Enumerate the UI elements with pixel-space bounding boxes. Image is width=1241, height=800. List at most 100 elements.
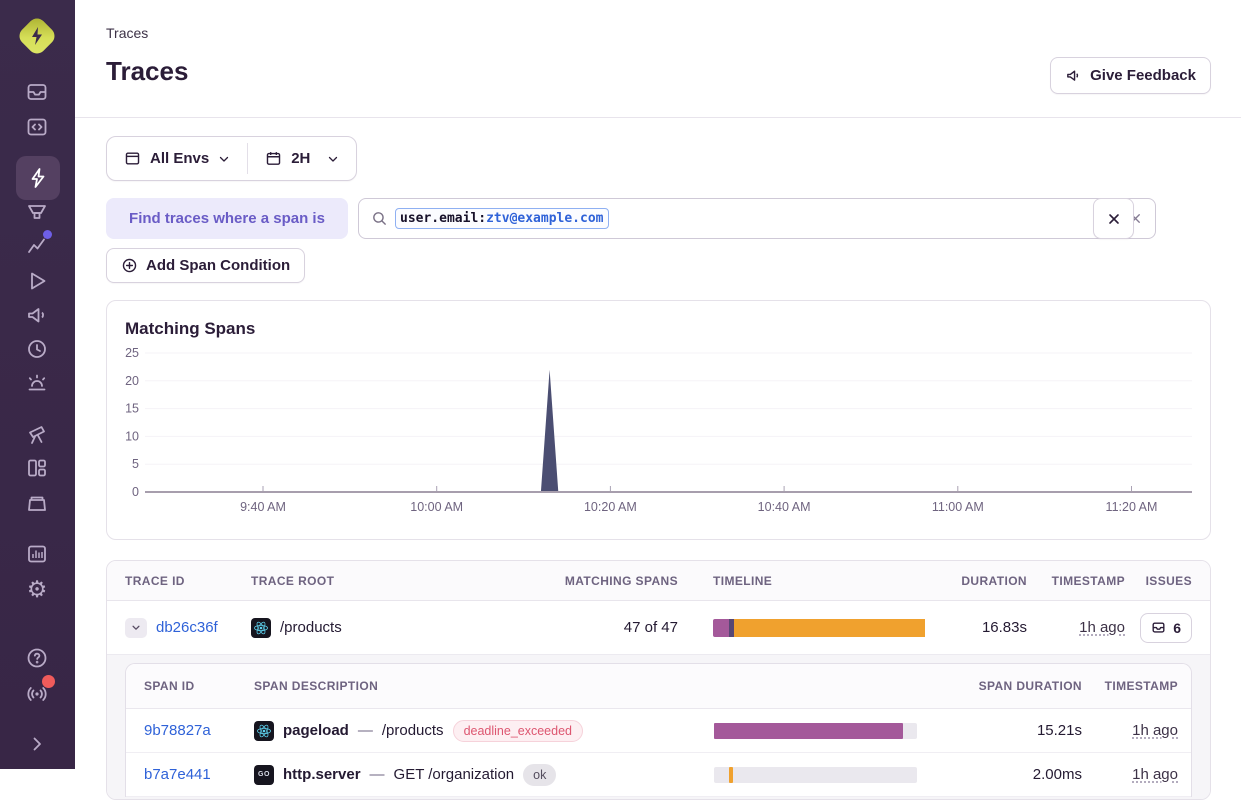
- trace-timestamp[interactable]: 1h ago: [1079, 619, 1125, 636]
- stats-icon[interactable]: [25, 542, 49, 566]
- matching-spans-panel: Matching Spans 05101520259:40 AM10:00 AM…: [106, 300, 1211, 540]
- settings-icon[interactable]: ⚙: [25, 577, 49, 601]
- give-feedback-button[interactable]: Give Feedback: [1050, 57, 1211, 94]
- matching-spans-value: 47 of 47: [624, 619, 678, 636]
- span-timestamp[interactable]: 1h ago: [1132, 722, 1178, 739]
- col-timestamp: TIMESTAMP: [1052, 574, 1125, 588]
- main-content: Traces Traces Give Feedback All Envs 2H: [75, 0, 1241, 769]
- time-range-selector[interactable]: 2H: [248, 137, 356, 180]
- svg-text:11:00 AM: 11:00 AM: [932, 500, 984, 514]
- environment-label: All Envs: [150, 150, 209, 167]
- trace-row: db26c36f /products 47 of 47 16.83s 1h ag…: [107, 601, 1210, 655]
- time-range-label: 2H: [291, 150, 310, 167]
- plus-circle-icon: [121, 257, 138, 274]
- sentry-logo[interactable]: [17, 16, 57, 56]
- svg-text:0: 0: [132, 485, 139, 499]
- span-table: SPAN ID SPAN DESCRIPTION SPAN DURATION T…: [125, 663, 1192, 797]
- crons-icon[interactable]: [25, 371, 49, 395]
- breadcrumb[interactable]: Traces: [106, 25, 148, 41]
- platform-icon-react: [251, 618, 271, 638]
- give-feedback-label: Give Feedback: [1090, 67, 1196, 84]
- close-icon: [1106, 211, 1122, 227]
- svg-text:10:00 AM: 10:00 AM: [410, 500, 463, 514]
- discover-icon[interactable]: [25, 423, 49, 447]
- traces-icon: [26, 166, 50, 190]
- page-title: Traces: [106, 56, 188, 87]
- span-row: 9b78827a pageload — /products: [126, 709, 1191, 753]
- megaphone-icon: [1065, 67, 1082, 84]
- whats-new-dot: [42, 675, 55, 688]
- trace-id-link[interactable]: db26c36f: [156, 619, 218, 636]
- col-matching-spans: MATCHING SPANS: [565, 574, 678, 588]
- platform-icon-go: GO: [254, 765, 274, 785]
- issues-icon[interactable]: [25, 80, 49, 104]
- search-input[interactable]: user.email:ztv@example.com: [358, 198, 1156, 239]
- trace-root-label: /products: [280, 619, 342, 636]
- whats-new-icon[interactable]: [25, 681, 49, 705]
- projects-icon[interactable]: [25, 491, 49, 515]
- add-span-condition-button[interactable]: Add Span Condition: [106, 248, 305, 283]
- remove-condition-button[interactable]: [1093, 198, 1134, 239]
- profiling-icon[interactable]: [25, 200, 49, 224]
- token-key: user.email:: [400, 211, 486, 226]
- col-span-description: SPAN DESCRIPTION: [254, 679, 714, 693]
- svg-text:11:20 AM: 11:20 AM: [1106, 500, 1158, 514]
- traces-nav-active[interactable]: [16, 156, 60, 200]
- collapse-icon[interactable]: [25, 732, 49, 756]
- span-table-header: SPAN ID SPAN DESCRIPTION SPAN DURATION T…: [126, 664, 1191, 709]
- platform-icon-react: [254, 721, 274, 741]
- trace-duration: 16.83s: [982, 619, 1027, 636]
- span-op: pageload: [283, 722, 349, 739]
- releases-icon[interactable]: [25, 337, 49, 361]
- trace-expanded-area: SPAN ID SPAN DESCRIPTION SPAN DURATION T…: [107, 655, 1210, 800]
- chevron-down-icon: [327, 153, 339, 165]
- trace-table-panel: TRACE ID TRACE ROOT MATCHING SPANS TIMEL…: [106, 560, 1211, 800]
- environment-selector[interactable]: All Envs: [107, 137, 247, 180]
- page-header: Traces Traces Give Feedback: [75, 0, 1241, 118]
- search-icon: [371, 210, 388, 227]
- replays-icon[interactable]: [25, 269, 49, 293]
- dashboards-icon[interactable]: [25, 456, 49, 480]
- metrics-icon[interactable]: [25, 233, 49, 257]
- separator: —: [358, 722, 373, 739]
- search-token[interactable]: user.email:ztv@example.com: [395, 208, 609, 229]
- matching-spans-chart[interactable]: 05101520259:40 AM10:00 AM10:20 AM10:40 A…: [107, 301, 1210, 539]
- svg-text:15: 15: [125, 402, 139, 416]
- col-trace-root: TRACE ROOT: [251, 574, 536, 588]
- filter-bar: All Envs 2H: [106, 136, 357, 181]
- span-row: b7a7e441 GO http.server — GET /organizat…: [126, 753, 1191, 797]
- svg-text:10:20 AM: 10:20 AM: [584, 500, 637, 514]
- trace-issues-count: 6: [1173, 620, 1181, 636]
- col-issues: ISSUES: [1146, 574, 1192, 588]
- col-timeline: TIMELINE: [713, 574, 933, 588]
- span-duration-bar[interactable]: [714, 723, 917, 739]
- feedback-icon[interactable]: [25, 303, 49, 327]
- span-condition-chip: Find traces where a span is: [106, 198, 348, 239]
- logo-bolt: [25, 24, 49, 48]
- environment-icon: [124, 150, 141, 167]
- span-id-link[interactable]: 9b78827a: [144, 722, 211, 739]
- collapse-trace-button[interactable]: [125, 618, 147, 638]
- chevron-down-icon: [131, 622, 141, 633]
- svg-text:5: 5: [132, 457, 139, 471]
- chevron-down-icon: [218, 153, 230, 165]
- span-status-badge: ok: [523, 764, 556, 786]
- span-status-badge: deadline_exceeded: [453, 720, 583, 742]
- col-span-duration: SPAN DURATION: [979, 679, 1082, 693]
- issues-icon: [1151, 620, 1166, 635]
- svg-text:20: 20: [125, 374, 139, 388]
- svg-text:10:40 AM: 10:40 AM: [758, 500, 811, 514]
- trace-timeline-bar[interactable]: [713, 619, 933, 637]
- col-duration: DURATION: [961, 574, 1027, 588]
- trace-issues-button[interactable]: 6: [1140, 613, 1192, 643]
- col-span-timestamp: TIMESTAMP: [1105, 679, 1178, 693]
- calendar-icon: [265, 150, 282, 167]
- token-value: ztv@example.com: [486, 211, 603, 226]
- help-icon[interactable]: [25, 646, 49, 670]
- explore-icon[interactable]: [25, 115, 49, 139]
- sidebar: ⚙: [0, 0, 75, 769]
- metrics-alert-dot: [43, 230, 52, 239]
- trace-table-header: TRACE ID TRACE ROOT MATCHING SPANS TIMEL…: [107, 561, 1210, 601]
- span-description: /products: [382, 722, 444, 739]
- col-trace-id: TRACE ID: [125, 574, 251, 588]
